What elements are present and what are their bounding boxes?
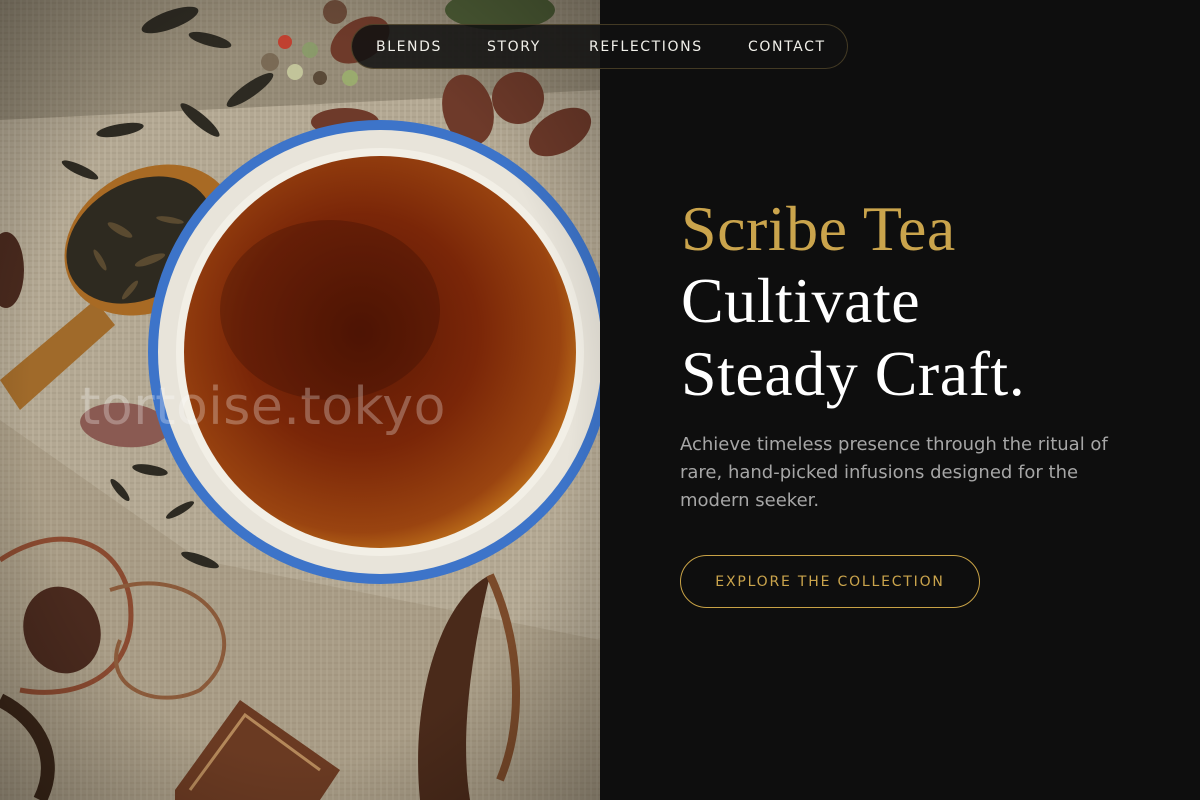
nav-item-story[interactable]: STORY <box>487 25 541 70</box>
nav-item-blends[interactable]: BLENDS <box>376 25 442 70</box>
hero-description: Achieve timeless presence through the ri… <box>680 434 1108 511</box>
nav-item-contact[interactable]: CONTACT <box>748 25 826 70</box>
main-nav: BLENDS STORY REFLECTIONS CONTACT <box>351 24 848 69</box>
nav-item-reflections[interactable]: REFLECTIONS <box>589 25 703 70</box>
watermark-text: tortoise.tokyo <box>80 377 446 437</box>
headline-line-2: Steady Craft. <box>681 338 1026 409</box>
explore-collection-button[interactable]: EXPLORE THE COLLECTION <box>680 555 980 608</box>
headline-line-1: Cultivate <box>681 265 921 336</box>
brand-name: Scribe Tea <box>681 193 956 264</box>
